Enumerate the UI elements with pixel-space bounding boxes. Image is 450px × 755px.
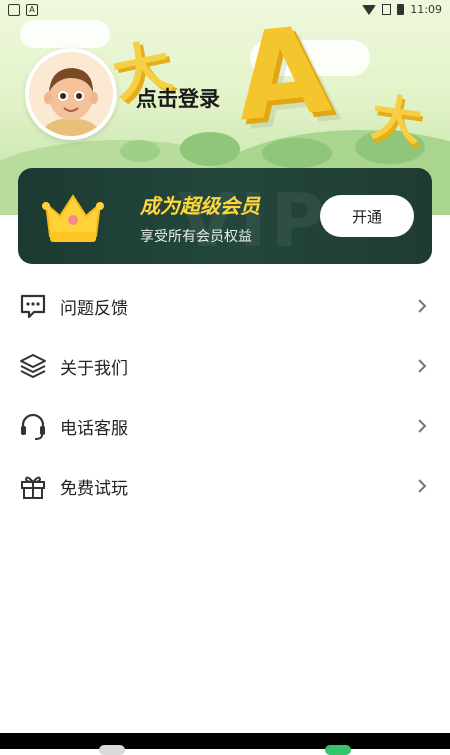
- notification-icon: [8, 4, 20, 16]
- gift-icon: [21, 476, 45, 499]
- nav-home-handle[interactable]: [99, 745, 125, 755]
- deco-letter-a: A: [228, 0, 336, 149]
- app-notification-icon: A: [26, 4, 38, 16]
- vip-subtitle: 享受所有会员权益: [140, 229, 252, 245]
- menu-list: 问题反馈 关于我们 电话客服 免费试玩: [0, 276, 450, 516]
- signal-icon: [382, 4, 392, 15]
- bush: [180, 132, 240, 166]
- menu-item-free-trial[interactable]: 免费试玩: [0, 456, 450, 516]
- cloud: [20, 20, 110, 48]
- child-avatar-icon: [29, 52, 113, 136]
- battery-icon: [397, 4, 405, 15]
- menu-item-label: 关于我们: [60, 359, 128, 379]
- vip-card[interactable]: VIP 成为超级会员 享受所有会员权益 开通: [18, 168, 432, 264]
- chevron-right-icon: [418, 419, 427, 433]
- menu-item-label: 问题反馈: [60, 299, 128, 319]
- menu-item-label: 免费试玩: [60, 479, 128, 499]
- wifi-icon: [362, 4, 377, 15]
- nav-app-handle[interactable]: [325, 745, 351, 755]
- vip-title: 成为超级会员: [140, 194, 260, 218]
- crown-icon: [42, 194, 104, 242]
- login-link[interactable]: 点击登录: [136, 83, 220, 113]
- open-vip-button[interactable]: 开通: [320, 195, 414, 237]
- status-time: 11:09: [410, 3, 442, 16]
- chevron-right-icon: [418, 299, 427, 313]
- menu-item-phone-service[interactable]: 电话客服: [0, 396, 450, 456]
- deco-glyph: 大: [367, 87, 426, 153]
- layers-icon: [20, 354, 46, 378]
- chevron-right-icon: [418, 359, 427, 373]
- headset-icon: [21, 413, 45, 440]
- menu-item-label: 电话客服: [60, 419, 128, 439]
- chat-feedback-icon: [20, 294, 46, 319]
- system-nav-bar: [0, 733, 450, 749]
- menu-item-feedback[interactable]: 问题反馈: [0, 276, 450, 336]
- menu-item-about[interactable]: 关于我们: [0, 336, 450, 396]
- avatar[interactable]: [25, 48, 117, 140]
- bush: [120, 140, 160, 162]
- status-bar: A 11:09: [0, 0, 450, 22]
- chevron-right-icon: [418, 479, 427, 493]
